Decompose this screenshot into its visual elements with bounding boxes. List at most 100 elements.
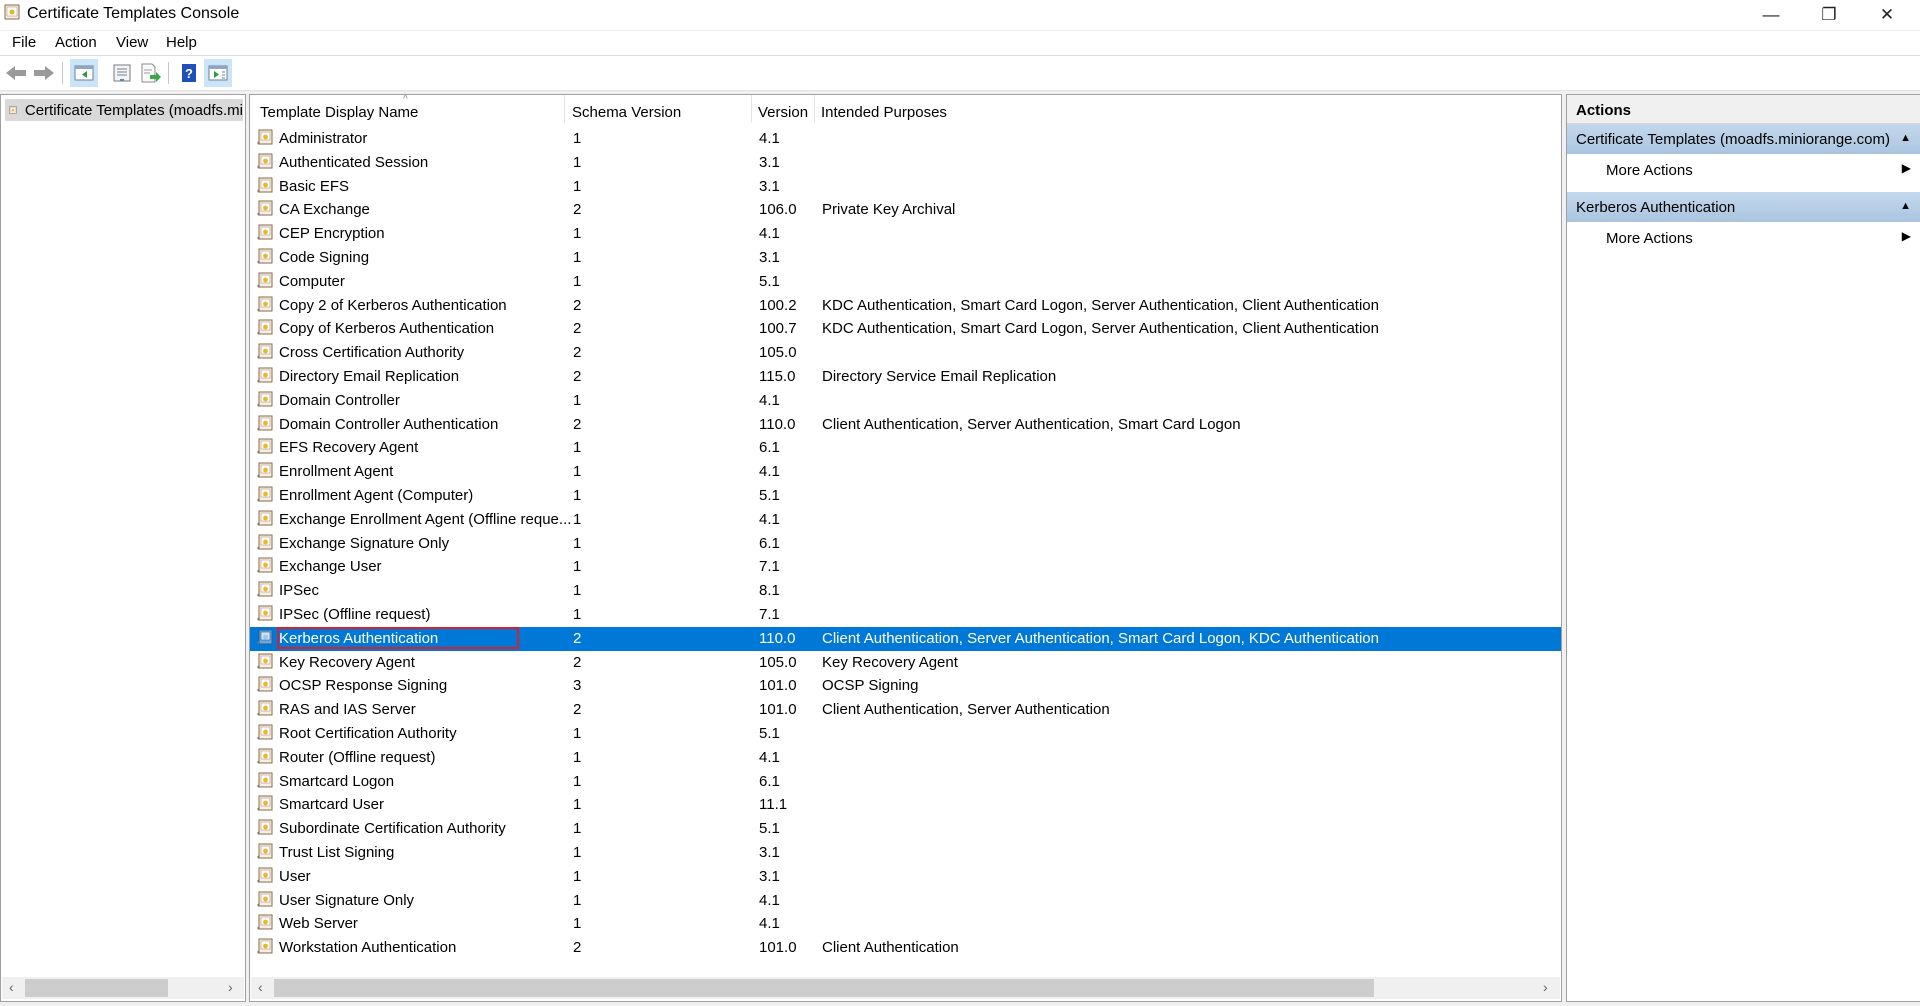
minimize-button[interactable]: — <box>1742 0 1800 30</box>
table-row[interactable]: User Signature Only 1 4.1 <box>250 889 1561 913</box>
template-list-pane: ^ Template Display Name Schema Version V… <box>249 94 1562 1002</box>
table-row[interactable]: Domain Controller Authentication 2 110.0 Cl… <box>250 413 1561 437</box>
table-row[interactable]: Exchange User 1 7.1 <box>250 555 1561 579</box>
table-row[interactable]: CEP Encryption 1 4.1 <box>250 222 1561 246</box>
restore-button[interactable]: ❐ <box>1800 0 1858 30</box>
template-name: Code Signing <box>279 248 370 266</box>
column-divider[interactable] <box>564 95 565 123</box>
scroll-left-icon[interactable]: ‹ <box>258 979 263 995</box>
show-hide-action-pane-button[interactable] <box>204 59 232 87</box>
table-row[interactable]: Copy of Kerberos Authentication 2 100.7 KDC… <box>250 317 1561 341</box>
template-name: Key Recovery Agent <box>279 653 415 671</box>
scrollbar-thumb[interactable] <box>274 979 1374 997</box>
table-row[interactable]: Copy 2 of Kerberos Authentication 2 100.2 K… <box>250 294 1561 318</box>
table-row[interactable]: Subordinate Certification Authority 1 5.1 <box>250 817 1561 841</box>
action-more-actions[interactable]: More Actions ▶ <box>1567 157 1920 183</box>
column-header-template-display-name[interactable]: Template Display Name <box>260 104 418 121</box>
table-row[interactable]: User 1 3.1 <box>250 865 1561 889</box>
scroll-right-icon[interactable]: › <box>228 979 233 995</box>
forward-button[interactable] <box>30 59 58 87</box>
menu-help[interactable]: Help <box>166 34 197 51</box>
table-row[interactable]: EFS Recovery Agent 1 6.1 <box>250 436 1561 460</box>
table-row[interactable]: Trust List Signing 1 3.1 <box>250 841 1561 865</box>
certificate-template-icon <box>257 319 273 336</box>
action-more-actions[interactable]: More Actions ▶ <box>1567 225 1920 251</box>
list-horizontal-scrollbar[interactable]: ‹ › <box>251 977 1560 999</box>
table-row[interactable]: Web Server 1 4.1 <box>250 912 1561 936</box>
table-row[interactable]: Domain Controller 1 4.1 <box>250 389 1561 413</box>
table-row[interactable]: Workstation Authentication 2 101.0 Client A… <box>250 936 1561 960</box>
table-row[interactable]: Directory Email Replication 2 115.0 Directo… <box>250 365 1561 389</box>
column-divider[interactable] <box>814 95 815 123</box>
toolbar-separator <box>168 62 169 84</box>
close-button[interactable]: ✕ <box>1858 0 1916 30</box>
collapse-up-icon[interactable]: ▲ <box>1900 200 1911 212</box>
menu-file[interactable]: File <box>12 34 36 51</box>
console-tree-icon <box>74 65 94 81</box>
certificate-template-icon <box>257 153 273 170</box>
column-header-version[interactable]: Version <box>758 104 808 121</box>
scroll-left-icon[interactable]: ‹ <box>9 979 14 995</box>
column-divider[interactable] <box>751 95 752 123</box>
table-row[interactable]: Router (Offline request) 1 4.1 <box>250 746 1561 770</box>
certificate-template-icon <box>257 938 273 955</box>
template-version: 3.1 <box>759 177 780 195</box>
properties-button[interactable] <box>108 59 136 87</box>
table-row[interactable]: Cross Certification Authority 2 105.0 <box>250 341 1561 365</box>
schema-version: 3 <box>573 677 582 695</box>
template-name: Subordinate Certification Authority <box>279 820 506 838</box>
template-version: 3.1 <box>759 867 780 885</box>
template-version: 4.1 <box>759 463 780 481</box>
template-version: 110.0 <box>759 629 796 647</box>
table-row[interactable]: Key Recovery Agent 2 105.0 Key Recovery Age… <box>250 651 1561 675</box>
table-row[interactable]: Root Certification Authority 1 5.1 <box>250 722 1561 746</box>
schema-version: 1 <box>573 439 582 457</box>
table-row[interactable]: Smartcard Logon 1 6.1 <box>250 770 1561 794</box>
table-row[interactable]: Basic EFS 1 3.1 <box>250 175 1561 199</box>
table-row[interactable]: RAS and IAS Server 2 101.0 Client Authentic… <box>250 698 1561 722</box>
table-row[interactable]: Exchange Enrollment Agent (Offline reque… <box>250 508 1561 532</box>
table-row[interactable]: Administrator 1 4.1 <box>250 127 1561 151</box>
intended-purposes: Client Authentication, Server Authentica… <box>822 629 1379 647</box>
table-row[interactable]: Computer 1 5.1 <box>250 270 1561 294</box>
scroll-right-icon[interactable]: › <box>1543 979 1548 995</box>
tree-horizontal-scrollbar[interactable]: ‹ › <box>2 977 244 999</box>
back-button[interactable] <box>2 59 30 87</box>
show-hide-console-tree-button[interactable] <box>70 59 98 87</box>
column-header-intended-purposes[interactable]: Intended Purposes <box>821 104 947 121</box>
action-group-certificate-templates[interactable]: Certificate Templates (moadfs.miniorange… <box>1567 124 1920 154</box>
table-row[interactable]: Enrollment Agent (Computer) 1 5.1 <box>250 484 1561 508</box>
template-name: EFS Recovery Agent <box>279 439 419 457</box>
table-row[interactable]: Authenticated Session 1 3.1 <box>250 151 1561 175</box>
scrollbar-thumb[interactable] <box>25 979 168 997</box>
certificate-template-icon <box>257 914 273 931</box>
schema-version: 2 <box>573 320 582 338</box>
template-version: 8.1 <box>759 582 780 600</box>
table-row[interactable]: IPSec (Offline request) 1 7.1 <box>250 603 1561 627</box>
menu-view[interactable]: View <box>116 34 148 51</box>
template-version: 6.1 <box>759 772 780 790</box>
collapse-up-icon[interactable]: ▲ <box>1900 132 1911 144</box>
tree-item-certificate-templates[interactable]: Certificate Templates (moadfs.mi <box>5 99 243 121</box>
intended-purposes: Client Authentication, Server Authentica… <box>822 701 1110 719</box>
table-row[interactable]: IPSec 1 8.1 <box>250 579 1561 603</box>
template-name: Smartcard User <box>279 796 385 814</box>
certificate-template-icon <box>257 248 273 265</box>
template-version: 7.1 <box>759 605 780 623</box>
table-row[interactable]: Smartcard User 1 11.1 <box>250 793 1561 817</box>
table-row[interactable]: Exchange Signature Only 1 6.1 <box>250 532 1561 556</box>
table-row[interactable]: OCSP Response Signing 3 101.0 OCSP Signing <box>250 674 1561 698</box>
table-row[interactable]: Kerberos Authentication 2 110.0 Client Auth… <box>250 626 1561 651</box>
template-version: 4.1 <box>759 510 780 528</box>
menu-action[interactable]: Action <box>55 34 97 51</box>
table-row[interactable]: Enrollment Agent 1 4.1 <box>250 460 1561 484</box>
table-row[interactable]: CA Exchange 2 106.0 Private Key Archival <box>250 198 1561 222</box>
action-pane-icon <box>208 65 228 81</box>
action-group-kerberos-authentication[interactable]: Kerberos Authentication ▲ <box>1567 192 1920 222</box>
actions-pane: Actions Certificate Templates (moadfs.mi… <box>1566 94 1920 1002</box>
table-row[interactable]: Code Signing 1 3.1 <box>250 246 1561 270</box>
column-header-schema-version[interactable]: Schema Version <box>572 104 681 121</box>
schema-version: 2 <box>573 653 582 671</box>
export-list-button[interactable] <box>137 59 165 87</box>
help-button[interactable]: ? <box>175 59 203 87</box>
